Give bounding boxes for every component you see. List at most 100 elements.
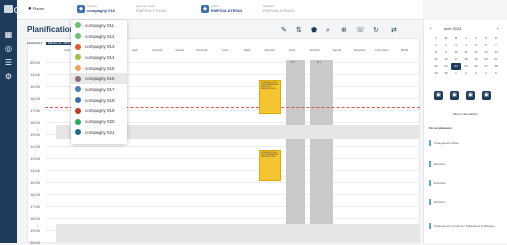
company-option[interactable]: compagny 012 <box>71 31 127 42</box>
calendar-day[interactable]: 26 <box>471 63 481 70</box>
phone-icon[interactable]: ☏ <box>356 26 365 34</box>
zoom-icon[interactable]: ⊕ <box>341 26 347 34</box>
societe-field[interactable]: Société compagny 016 <box>87 4 115 13</box>
calendar-day[interactable]: 11 <box>461 49 471 56</box>
calendar-day[interactable]: 25 <box>461 63 471 70</box>
calendar-day[interactable]: 2 <box>461 70 471 77</box>
calendar-day[interactable]: 27 <box>481 63 491 70</box>
globe-icon[interactable]: ◎ <box>4 45 13 53</box>
planner-selector[interactable]: ● Planer <box>28 6 44 12</box>
company-dropdown[interactable]: compagny 011 compagny 012 compagny 013 comp… <box>71 20 127 144</box>
resource-icon[interactable]: ▣ <box>450 91 459 100</box>
hour-label: 14:00 <box>30 72 41 77</box>
resource-icon[interactable]: ▣ <box>434 91 443 100</box>
mini-calendar[interactable]: L M M J V S D 1 2 3 4 5 6 7 8 9 10 11 12 13 14 15 16 17 18 19 20 21… <box>431 35 503 77</box>
calendar-day[interactable]: 23 <box>441 63 451 70</box>
column-header: Dimanche <box>196 49 208 52</box>
sort-icon[interactable]: ⇅ <box>296 26 302 34</box>
company-color-icon <box>75 118 81 125</box>
effectifs-badge[interactable]: Effectifs (10 - 20/24) <box>46 42 73 45</box>
panel-list-item[interactable]: Révision <box>429 161 503 167</box>
calendar-day[interactable]: 10 <box>451 49 461 56</box>
hour-gridline <box>45 182 420 183</box>
calendar-day[interactable]: 17 <box>451 56 461 63</box>
calendar-day[interactable]: 22 <box>431 63 441 70</box>
magasin-field[interactable]: Magasin EMP016-ATE063 <box>263 4 294 13</box>
calendar-prev-icon[interactable]: ‹ <box>430 26 432 32</box>
panel-list-item[interactable]: Changement Boite <box>429 140 503 146</box>
company-option[interactable]: compagny 016 <box>71 73 127 85</box>
calendar-day[interactable]: 6 <box>481 42 491 49</box>
hour-gridline <box>45 146 420 147</box>
edit-icon[interactable]: ✎ <box>281 26 287 34</box>
resource-icon[interactable]: ▣ <box>466 91 475 100</box>
hour-gridline <box>45 194 420 195</box>
company-option[interactable]: compagny 018 <box>71 95 127 106</box>
calendar-day[interactable]: 21 <box>491 56 501 63</box>
calendar-day[interactable]: 16 <box>441 56 451 63</box>
company-option[interactable]: compagny 015 <box>71 63 127 74</box>
company-option[interactable]: compagny 020 <box>71 116 127 127</box>
weekday-label: V <box>474 36 477 40</box>
weekday-label: L <box>435 36 437 40</box>
tag-icon[interactable]: ⬟ <box>311 26 317 34</box>
calendar-day[interactable]: 5 <box>491 70 501 77</box>
calendar-day[interactable]: 14 <box>491 49 501 56</box>
calendar-day[interactable]: 30 <box>441 70 451 77</box>
list-icon[interactable]: ☰ <box>4 59 13 67</box>
appointment-event[interactable]: 9 RENDEZ-VOUS DE PREPARATION VEHICULE RE… <box>259 80 281 114</box>
calendar-day[interactable]: 1 <box>451 70 461 77</box>
calendar-day[interactable]: 18 <box>461 56 471 63</box>
company-option-label: compagny 018 <box>85 97 115 103</box>
societe-value: compagny 016 <box>87 8 115 13</box>
swap-icon[interactable]: ⇄ <box>391 26 397 34</box>
calendar-day[interactable]: 3 <box>451 42 461 49</box>
calendar-next-icon[interactable]: › <box>497 26 499 32</box>
panel-list-item[interactable]: Changement Courroie / Plaquettes & Disqu… <box>429 223 503 229</box>
gear-icon[interactable]: ⚙ <box>4 73 13 81</box>
calendar-day[interactable]: 2 <box>441 42 451 49</box>
societe-icon: ◆ <box>77 5 85 13</box>
fonds-field[interactable]: Fond de vente EMP016-FTU061 <box>136 4 167 13</box>
appointment-event[interactable]: 9 RENDEZ-VOUS DE PREPARATION VEHICULE RD… <box>259 150 281 181</box>
calendar-day[interactable]: 3 <box>471 70 481 77</box>
company-option[interactable]: compagny 019 <box>71 106 127 117</box>
resource-icon[interactable]: ▣ <box>482 91 491 100</box>
calendar-day[interactable]: 9 <box>441 49 451 56</box>
filter-label[interactable]: Filtrer informations <box>453 112 478 116</box>
panel-list-item[interactable]: Révision <box>429 199 503 205</box>
calendar-day[interactable]: 12 <box>471 49 481 56</box>
company-option-label: compagny 011 <box>85 22 115 28</box>
company-option[interactable]: compagny 011 <box>71 20 127 31</box>
grid-icon[interactable]: ▦ <box>4 31 13 39</box>
company-option-label: compagny 015 <box>85 65 115 71</box>
calendar-day[interactable]: 15 <box>431 56 441 63</box>
closed-column <box>286 60 305 243</box>
calendar-day[interactable]: 7 <box>491 42 501 49</box>
calendar-day[interactable]: 4 <box>461 42 471 49</box>
panel-list-item[interactable]: Entretien <box>429 180 503 186</box>
company-option[interactable]: compagny 014 <box>71 52 127 63</box>
section-label: Un ou plusieurs <box>429 126 452 130</box>
company-option[interactable]: compagny 017 <box>71 84 127 95</box>
atelier-field[interactable]: Atelier EMP016-ATE063 <box>211 4 242 13</box>
calendar-day[interactable]: 13 <box>481 49 491 56</box>
search-icon[interactable]: ⌕ <box>326 26 330 35</box>
panel-item-label: Changement Courroie / Plaquettes & Disqu… <box>434 224 495 228</box>
company-option[interactable]: compagny 013 <box>71 41 127 52</box>
calendar-day[interactable]: 20 <box>481 56 491 63</box>
company-color-icon <box>75 54 81 61</box>
calendar-day[interactable]: 8 <box>431 49 441 56</box>
refresh-icon[interactable]: ↻ <box>373 26 379 34</box>
company-option[interactable]: compagny 021 <box>71 127 127 138</box>
calendar-day[interactable]: 19 <box>471 56 481 63</box>
hour-gridline <box>45 158 420 159</box>
calendar-day[interactable]: 1 <box>431 42 441 49</box>
calendar-day[interactable]: 28 <box>491 63 501 70</box>
calendar-day[interactable]: 4 <box>481 70 491 77</box>
calendar-day[interactable]: 29 <box>431 70 441 77</box>
calendar-day[interactable]: 5 <box>471 42 481 49</box>
column-header: Vendredi <box>152 49 162 52</box>
planner-label: Planer <box>32 6 45 11</box>
calendar-day[interactable]: 24 <box>451 63 461 70</box>
